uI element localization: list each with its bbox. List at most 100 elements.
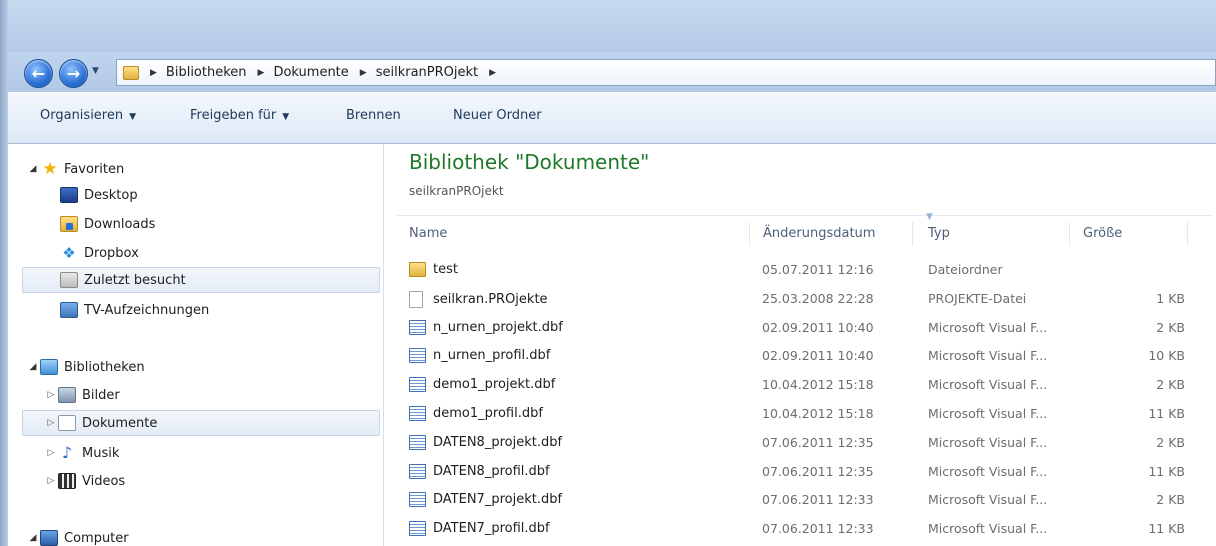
file-name: DATEN8_profil.dbf — [433, 463, 550, 479]
file-name-cell[interactable]: DATEN7_profil.dbf — [409, 521, 550, 537]
address-bar[interactable]: ▶ Bibliotheken ▶ Dokumente ▶ seilkranPRO… — [116, 59, 1216, 86]
file-date-modified: 10.04.2012 15:18 — [762, 406, 874, 421]
file-date-modified: 10.04.2012 15:18 — [762, 377, 874, 393]
nav-label: Dropbox — [84, 245, 139, 261]
collapse-arrow-icon[interactable]: ▷ — [44, 418, 58, 428]
nav-recent-places[interactable]: Zuletzt besucht — [22, 267, 380, 293]
file-name-cell[interactable]: DATEN7_projekt.dbf — [409, 492, 562, 508]
file-row[interactable]: seilkran.PROjekte 25.03.2008 22:28 PROJEKT… — [397, 287, 1197, 311]
nav-tv-recordings[interactable]: TV-Aufzeichnungen — [60, 297, 209, 323]
file-list-pane: Bibliothek "Dokumente" seilkranPROjekt N… — [385, 144, 1216, 546]
nav-label: Computer — [64, 530, 129, 546]
file-name-cell[interactable]: demo1_profil.dbf — [409, 406, 543, 421]
column-size[interactable]: Größe — [1083, 226, 1122, 241]
chevron-right-icon[interactable]: ▶ — [258, 68, 265, 78]
organize-button[interactable]: Organisieren ▼ — [40, 108, 136, 123]
file-name-cell[interactable]: DATEN8_projekt.dbf — [409, 434, 562, 450]
file-name-cell[interactable]: DATEN8_profil.dbf — [409, 463, 550, 479]
file-size: 11 KB — [1148, 463, 1185, 479]
file-row[interactable]: demo1_projekt.dbf 10.04.2012 15:18 Microso… — [397, 373, 1197, 397]
forward-button[interactable]: → — [59, 59, 88, 88]
file-type: Microsoft Visual F... — [928, 348, 1048, 364]
column-header-row: Name Änderungsdatum ▼ Typ Größe — [397, 212, 1213, 249]
database-file-icon — [409, 377, 426, 393]
file-name: demo1_projekt.dbf — [433, 377, 556, 393]
share-with-button[interactable]: Freigeben für ▼ — [190, 108, 289, 123]
column-name[interactable]: Name — [409, 226, 447, 241]
file-date-modified: 25.03.2008 22:28 — [762, 290, 874, 306]
new-folder-button[interactable]: Neuer Ordner — [453, 108, 542, 123]
nav-pictures[interactable]: ▷ Bilder — [44, 382, 120, 408]
file-date-modified: 02.09.2011 10:40 — [762, 348, 874, 364]
recent-pages-dropdown[interactable]: ▼ — [92, 66, 99, 76]
nav-label: Videos — [82, 473, 126, 489]
organize-label: Organisieren — [40, 108, 124, 123]
nav-music[interactable]: ▷ ♪ Musik — [44, 440, 120, 466]
expand-arrow-icon[interactable]: ◢ — [26, 362, 40, 372]
column-divider[interactable] — [912, 222, 913, 246]
collapse-arrow-icon[interactable]: ▷ — [44, 476, 58, 486]
breadcrumb-current-folder[interactable]: seilkranPROjekt — [376, 65, 478, 80]
file-name-cell[interactable]: seilkran.PROjekte — [409, 290, 548, 308]
chevron-down-icon: ▼ — [282, 112, 290, 122]
nav-label: Favoriten — [64, 161, 125, 177]
nav-label: Zuletzt besucht — [84, 272, 186, 288]
file-type: Microsoft Visual F... — [928, 434, 1048, 450]
nav-libraries[interactable]: ◢ Bibliotheken — [26, 354, 145, 380]
expand-arrow-icon[interactable]: ◢ — [26, 164, 40, 174]
breadcrumb-documents[interactable]: Dokumente — [273, 65, 348, 80]
file-type: Microsoft Visual F... — [928, 463, 1048, 479]
nav-favorites[interactable]: ◢ ★ Favoriten — [26, 156, 125, 182]
chevron-right-icon[interactable]: ▶ — [360, 68, 367, 78]
address-bar-row: ← → ▼ ▶ Bibliotheken ▶ Dokumente ▶ seilk… — [8, 52, 1216, 92]
expand-arrow-icon[interactable]: ◢ — [26, 533, 40, 543]
column-divider[interactable] — [1069, 222, 1070, 246]
folder-icon — [409, 262, 426, 277]
file-row[interactable]: n_urnen_projekt.dbf 02.09.2011 10:40 Micro… — [397, 316, 1197, 340]
column-date-modified[interactable]: Änderungsdatum — [763, 226, 875, 241]
column-divider[interactable] — [1187, 222, 1188, 246]
file-row[interactable]: DATEN8_projekt.dbf 07.06.2011 12:35 Micros… — [397, 431, 1197, 455]
database-file-icon — [409, 463, 426, 479]
file-name-cell[interactable]: n_urnen_profil.dbf — [409, 348, 551, 364]
back-button[interactable]: ← — [24, 59, 53, 88]
folder-icon — [123, 65, 139, 80]
recent-places-icon — [60, 272, 78, 288]
column-divider[interactable] — [749, 222, 750, 246]
chevron-right-icon[interactable]: ▶ — [489, 68, 496, 78]
collapse-arrow-icon[interactable]: ▷ — [44, 390, 58, 400]
file-name-cell[interactable]: demo1_projekt.dbf — [409, 377, 556, 393]
dropbox-icon: ❖ — [62, 244, 76, 262]
file-row[interactable]: DATEN7_projekt.dbf 07.06.2011 12:33 Micros… — [397, 488, 1197, 512]
nav-label: Desktop — [84, 187, 138, 203]
navigation-pane: ◢ ★ Favoriten Desktop Downloads ❖ Dropbo… — [8, 144, 384, 546]
file-row[interactable]: test 05.07.2011 12:16 Dateiordner — [397, 258, 1197, 282]
documents-icon — [58, 415, 76, 431]
file-name: demo1_profil.dbf — [433, 406, 543, 421]
chevron-right-icon[interactable]: ▶ — [150, 68, 157, 78]
file-name-cell[interactable]: test — [409, 262, 458, 277]
file-name: n_urnen_profil.dbf — [433, 348, 551, 364]
file-date-modified: 07.06.2011 12:35 — [762, 434, 874, 450]
file-row[interactable]: DATEN7_profil.dbf 07.06.2011 12:33 Microso… — [397, 517, 1197, 541]
column-type[interactable]: Typ — [928, 226, 950, 241]
file-row[interactable]: demo1_profil.dbf 10.04.2012 15:18 Microsof… — [397, 402, 1197, 426]
nav-dropbox[interactable]: ❖ Dropbox — [60, 240, 139, 266]
file-size: 1 KB — [1156, 290, 1185, 306]
file-row[interactable]: n_urnen_profil.dbf 02.09.2011 10:40 Micros… — [397, 344, 1197, 368]
file-name-cell[interactable]: n_urnen_projekt.dbf — [409, 319, 563, 335]
collapse-arrow-icon[interactable]: ▷ — [44, 448, 58, 458]
nav-downloads[interactable]: Downloads — [60, 211, 155, 237]
file-row[interactable]: DATEN8_profil.dbf 07.06.2011 12:35 Microso… — [397, 460, 1197, 484]
nav-computer[interactable]: ◢ Computer — [26, 525, 129, 546]
breadcrumb-libraries[interactable]: Bibliotheken — [166, 65, 247, 80]
new-folder-label: Neuer Ordner — [453, 108, 542, 123]
nav-documents[interactable]: ▷ Dokumente — [22, 410, 380, 436]
nav-videos[interactable]: ▷ Videos — [44, 468, 125, 494]
file-icon — [409, 290, 423, 308]
file-type: Microsoft Visual F... — [928, 492, 1048, 508]
nav-desktop[interactable]: Desktop — [60, 182, 138, 208]
file-name: test — [433, 262, 458, 277]
burn-button[interactable]: Brennen — [346, 108, 401, 123]
videos-icon — [58, 473, 76, 489]
